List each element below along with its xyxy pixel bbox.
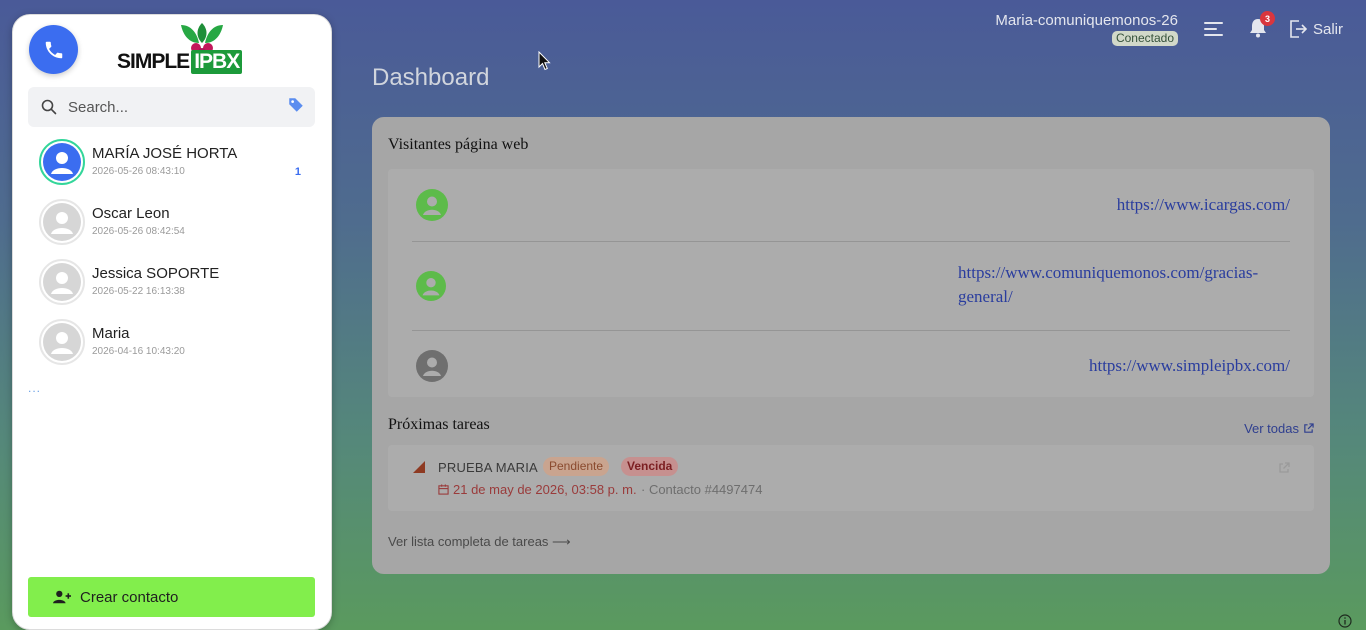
create-contact-button[interactable]: Crear contacto bbox=[28, 577, 315, 617]
search-box bbox=[28, 87, 315, 127]
user-avatar-icon bbox=[43, 263, 81, 301]
tag-icon[interactable] bbox=[287, 96, 305, 114]
visitor-offline-icon bbox=[416, 350, 448, 382]
visitor-row: https://www.comuniquemonos.com/gracias-g… bbox=[412, 261, 1290, 311]
search-icon bbox=[41, 99, 57, 115]
logout-icon bbox=[1290, 20, 1307, 38]
contact-item[interactable]: Oscar Leon 2026-05-26 08:42:54 bbox=[39, 199, 309, 251]
visitors-list: https://www.icargas.com/ https://www.com… bbox=[388, 169, 1314, 397]
contact-time: 2026-05-26 08:42:54 bbox=[92, 226, 185, 237]
phone-icon bbox=[45, 41, 62, 58]
avatar bbox=[39, 319, 85, 365]
user-avatar-icon bbox=[43, 143, 81, 181]
tasks-heading: Próximas tareas bbox=[388, 416, 490, 433]
visitor-online-icon bbox=[416, 271, 446, 301]
visitor-url-link[interactable]: https://www.simpleipbx.com/ bbox=[1089, 354, 1290, 378]
overdue-badge: Vencida bbox=[621, 457, 679, 476]
contact-name: MARÍA JOSÉ HORTA bbox=[92, 145, 238, 162]
dashboard-card: Visitantes página web https://www.icarga… bbox=[372, 117, 1330, 574]
priority-icon bbox=[413, 461, 425, 473]
visitor-online-icon bbox=[416, 189, 448, 221]
contact-item[interactable]: MARÍA JOSÉ HORTA 2026-05-26 08:43:10 1 bbox=[39, 139, 309, 191]
avatar bbox=[39, 199, 85, 245]
load-more-indicator[interactable]: ... bbox=[28, 381, 41, 395]
status-badge: Conectado bbox=[1111, 31, 1178, 46]
task-date-text: 21 de may de 2026, 03:58 p. m. bbox=[453, 482, 637, 497]
user-avatar-icon bbox=[43, 203, 81, 241]
notification-count-badge: 3 bbox=[1260, 11, 1275, 26]
visitors-heading: Visitantes página web bbox=[388, 136, 529, 153]
search-input[interactable] bbox=[68, 95, 278, 119]
contact-time: 2026-05-22 16:13:38 bbox=[92, 286, 185, 297]
logout-label: Salir bbox=[1313, 20, 1344, 38]
contact-item[interactable]: Maria 2026-04-16 10:43:20 bbox=[39, 319, 309, 371]
logout-button[interactable]: Salir bbox=[1289, 19, 1343, 39]
create-contact-label: Crear contacto bbox=[80, 588, 179, 606]
contact-name: Oscar Leon bbox=[92, 205, 170, 222]
page-title: Dashboard bbox=[372, 64, 490, 91]
visitor-row: https://www.simpleipbx.com/ bbox=[412, 350, 1290, 384]
user-avatar-icon bbox=[43, 323, 81, 361]
user-name: Maria-comuniquemonos-26 bbox=[995, 12, 1178, 29]
contact-name: Maria bbox=[92, 325, 130, 342]
task-item[interactable]: PRUEBA MARIA Pendiente Vencida 21 de may… bbox=[388, 445, 1314, 511]
visitor-url-link[interactable]: https://www.comuniquemonos.com/gracias-g… bbox=[958, 261, 1290, 309]
view-all-tasks-link[interactable]: Ver todas bbox=[1244, 421, 1314, 436]
avatar bbox=[39, 139, 85, 185]
pending-badge: Pendiente bbox=[543, 457, 610, 476]
calendar-icon bbox=[438, 484, 449, 495]
contact-time: 2026-04-16 10:43:20 bbox=[92, 346, 185, 357]
task-contact: · Contacto #4497474 bbox=[641, 482, 763, 497]
logo-word-ipbx: IPBX bbox=[191, 50, 243, 74]
visitor-row: https://www.icargas.com/ bbox=[412, 189, 1290, 223]
contact-item[interactable]: Jessica SOPORTE 2026-05-22 16:13:38 bbox=[39, 259, 309, 311]
task-title: PRUEBA MARIA bbox=[438, 460, 538, 475]
call-button[interactable] bbox=[29, 25, 78, 74]
simpleipbx-logo: SIMPLE IPBX bbox=[117, 23, 243, 75]
external-link-icon bbox=[1304, 423, 1314, 433]
task-date: 21 de may de 2026, 03:58 p. m. bbox=[438, 482, 637, 497]
view-all-label: Ver todas bbox=[1244, 421, 1299, 436]
menu-icon[interactable] bbox=[1204, 21, 1224, 37]
avatar bbox=[39, 259, 85, 305]
divider bbox=[412, 241, 1290, 242]
visitor-url-link[interactable]: https://www.icargas.com/ bbox=[1117, 193, 1290, 217]
contact-name: Jessica SOPORTE bbox=[92, 265, 220, 282]
contacts-sidebar: SIMPLE IPBX MARÍA JOSÉ HORTA 2026-05-26 … bbox=[12, 14, 332, 630]
mouse-cursor-icon bbox=[538, 51, 551, 71]
logo-word-simple: SIMPLE bbox=[117, 50, 190, 73]
full-task-list-link[interactable]: Ver lista completa de tareas ⟶ bbox=[388, 534, 571, 550]
unread-count: 1 bbox=[294, 166, 301, 178]
info-icon[interactable] bbox=[1338, 614, 1352, 628]
divider bbox=[412, 330, 1290, 331]
contact-time: 2026-05-26 08:43:10 bbox=[92, 166, 185, 177]
external-link-icon[interactable] bbox=[1278, 462, 1290, 474]
user-info: Maria-comuniquemonos-26 Conectado bbox=[995, 12, 1178, 47]
add-user-icon bbox=[53, 590, 71, 604]
